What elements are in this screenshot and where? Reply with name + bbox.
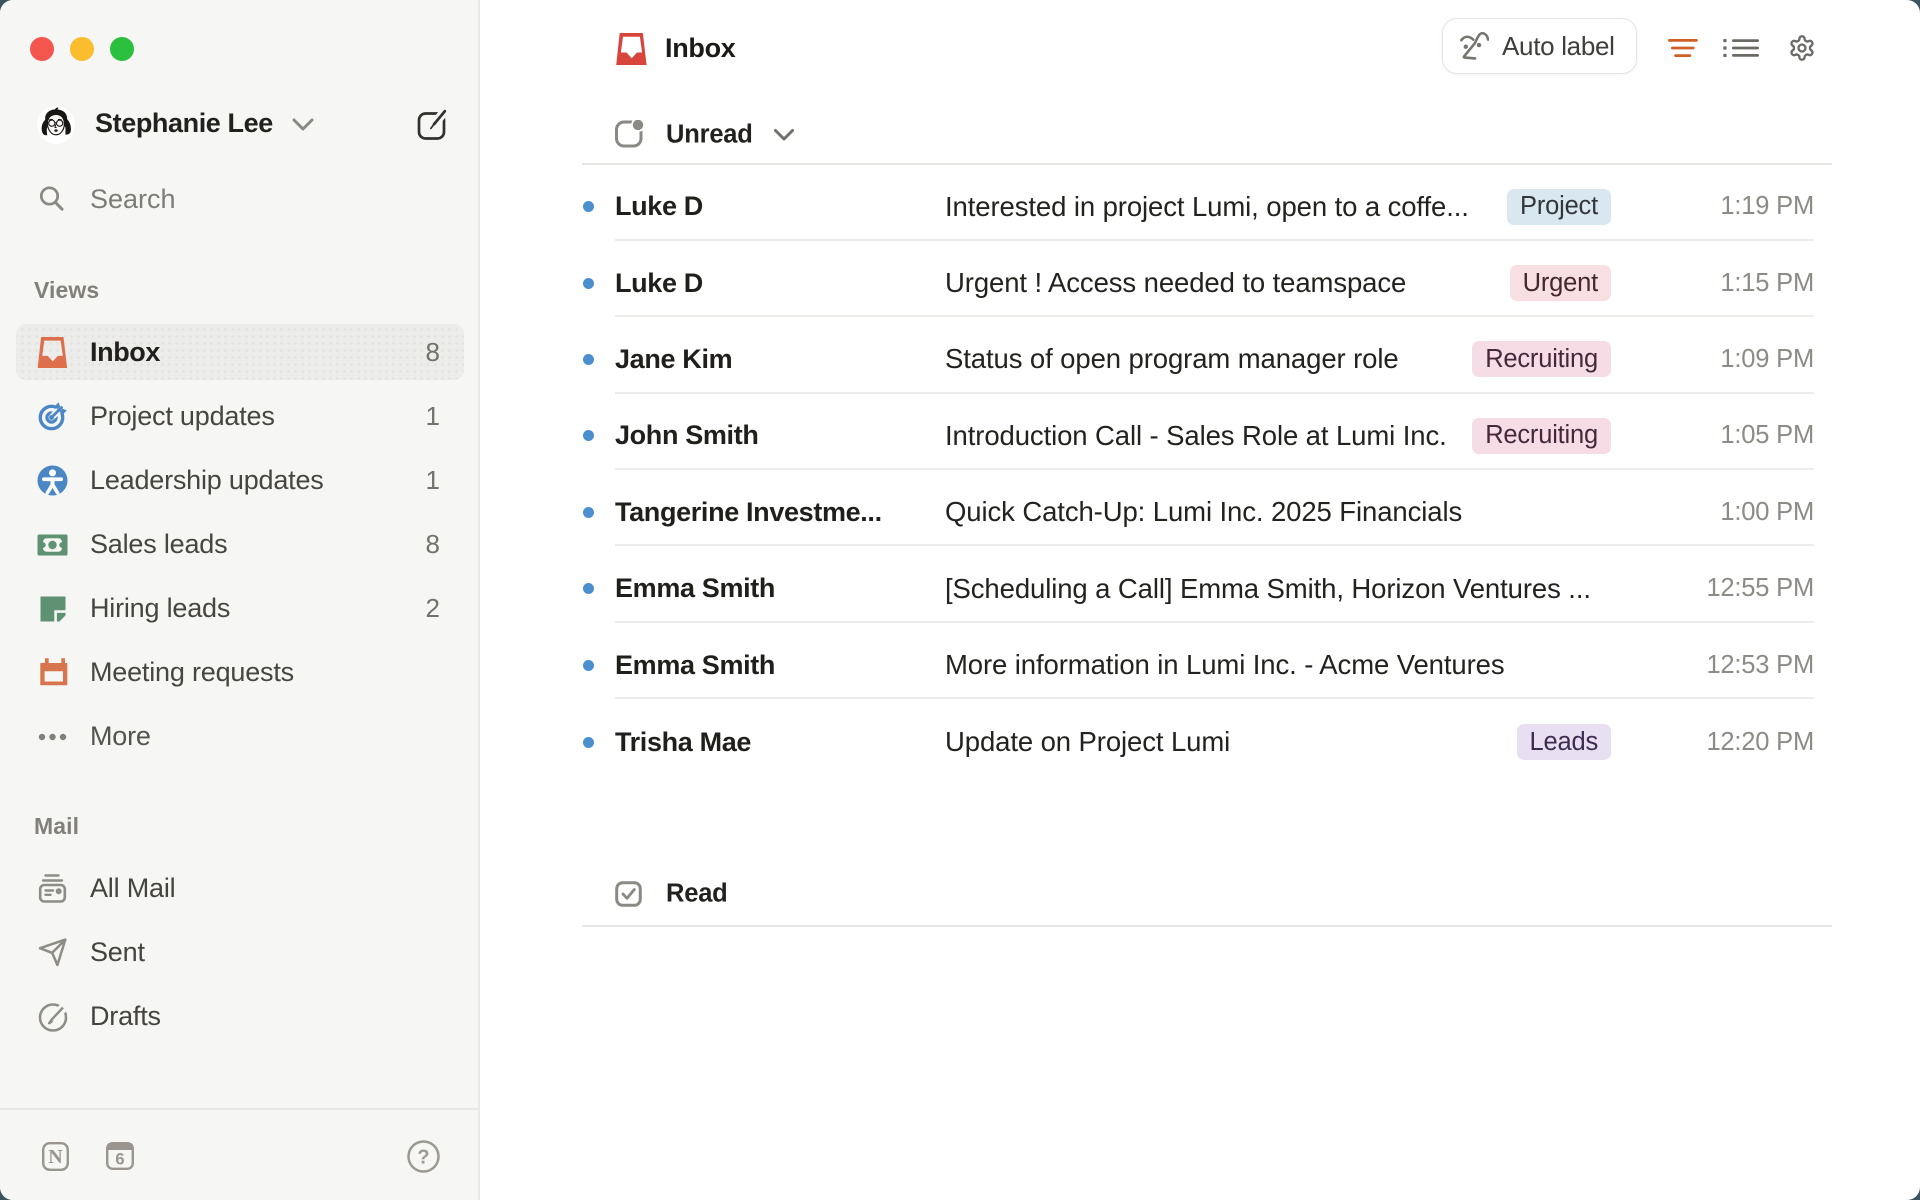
svg-text:N: N — [48, 1146, 63, 1168]
svg-text:?: ? — [417, 1147, 429, 1169]
svg-text:6: 6 — [115, 1151, 124, 1169]
